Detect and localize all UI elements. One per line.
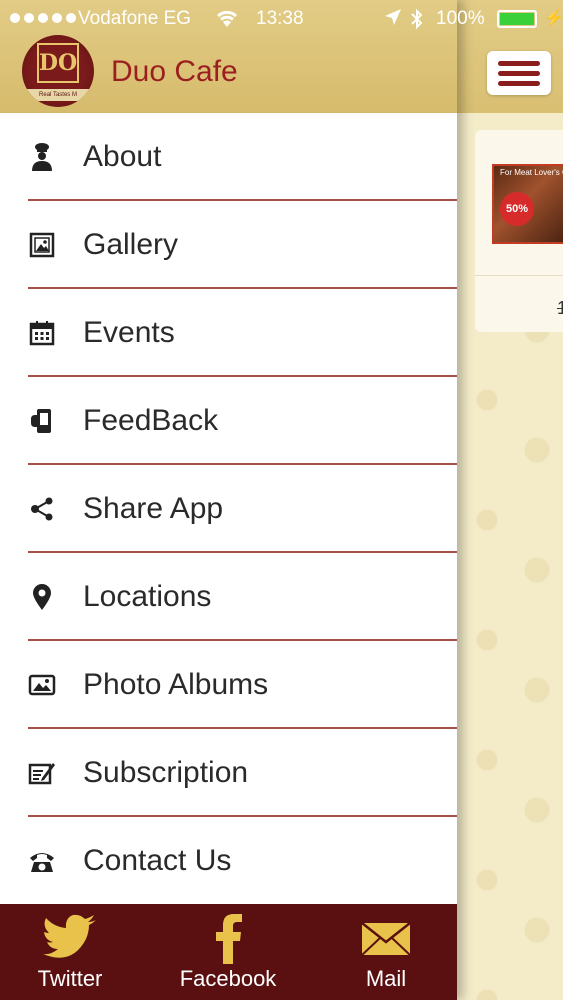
menu-item-label: About	[83, 140, 162, 173]
subscription-icon	[28, 759, 56, 787]
mail-button[interactable]: Mail	[316, 904, 456, 1000]
menu-item-subscription[interactable]: Subscription	[0, 729, 457, 817]
menu-item-locations[interactable]: Locations	[0, 553, 457, 641]
menu-item-gallery[interactable]: Gallery	[0, 201, 457, 289]
menu-item-about[interactable]: About	[0, 113, 457, 201]
menu-item-label: Share App	[83, 492, 224, 525]
menu-item-events[interactable]: Events	[0, 289, 457, 377]
menu-item-label: Subscription	[83, 756, 249, 789]
mail-label: Mail	[365, 966, 407, 991]
offer-caption: For Meat Lover's Only..	[500, 168, 563, 177]
clock: 13:38	[256, 8, 304, 29]
menu-item-label: Photo Albums	[83, 668, 269, 701]
app-title: Duo Cafe	[111, 55, 238, 88]
cafe-logo: DO Real Tastes M	[22, 35, 94, 107]
battery-percentage: 100%	[436, 8, 485, 29]
menu-item-label: Locations	[83, 580, 212, 613]
menu-item-label: FeedBack	[83, 404, 219, 437]
status-bar: Vodafone EG 13:38 100% ⚡	[0, 0, 563, 36]
menu-item-contact-us[interactable]: Contact Us	[0, 817, 457, 905]
hamburger-menu-button[interactable]	[487, 51, 551, 95]
carrier-name: Vodafone EG	[78, 8, 192, 29]
battery-fill	[500, 13, 534, 25]
offer-image: For Meat Lover's Only.. 50%	[492, 164, 563, 244]
logo-mark: DO	[37, 43, 79, 83]
menu-item-label: Contact Us	[83, 844, 232, 877]
offer-price: 16	[557, 298, 563, 318]
menu-item-share-app[interactable]: Share App	[0, 465, 457, 553]
hamburger-line	[498, 60, 540, 66]
photo-album-icon	[28, 671, 56, 699]
mail-icon	[361, 922, 411, 961]
menu-item-feedback[interactable]: FeedBack	[0, 377, 457, 465]
bluetooth-icon	[410, 8, 424, 36]
logo-tagline: Real Tastes M	[22, 89, 94, 101]
menu-item-label: Events	[83, 316, 175, 349]
image-icon	[28, 231, 56, 259]
hamburger-line	[498, 70, 540, 76]
share-icon	[28, 495, 56, 523]
battery-icon	[497, 10, 537, 28]
twitter-label: Twitter	[37, 966, 103, 991]
bottom-social-bar: Twitter Facebook Mail	[0, 904, 457, 1000]
menu-item-photo-albums[interactable]: Photo Albums	[0, 641, 457, 729]
calendar-icon	[28, 319, 56, 347]
facebook-button[interactable]: Facebook	[158, 904, 298, 1000]
location-arrow-icon	[384, 8, 402, 32]
charging-icon: ⚡	[544, 10, 563, 27]
discount-badge: 50%	[500, 192, 534, 226]
card-divider	[475, 275, 563, 276]
main-content: For Meat Lover's Only.. 50% 16	[457, 0, 563, 1000]
signal-strength-icon	[10, 13, 76, 23]
side-drawer: DO Real Tastes M Duo Cafe About Gallery …	[0, 0, 457, 1000]
twitter-icon	[42, 914, 98, 963]
hamburger-line	[498, 80, 540, 86]
facebook-icon	[213, 914, 243, 969]
wifi-icon	[214, 7, 240, 35]
location-pin-icon	[28, 583, 56, 611]
twitter-button[interactable]: Twitter	[0, 904, 140, 1000]
phone-icon	[28, 847, 56, 875]
chef-icon	[28, 143, 56, 171]
menu-item-label: Gallery	[83, 228, 179, 261]
menu-list: About Gallery Events FeedBack Share App	[0, 113, 457, 905]
offer-card[interactable]: For Meat Lover's Only.. 50% 16	[475, 130, 563, 332]
facebook-label: Facebook	[179, 966, 277, 991]
feedback-icon	[28, 407, 56, 435]
